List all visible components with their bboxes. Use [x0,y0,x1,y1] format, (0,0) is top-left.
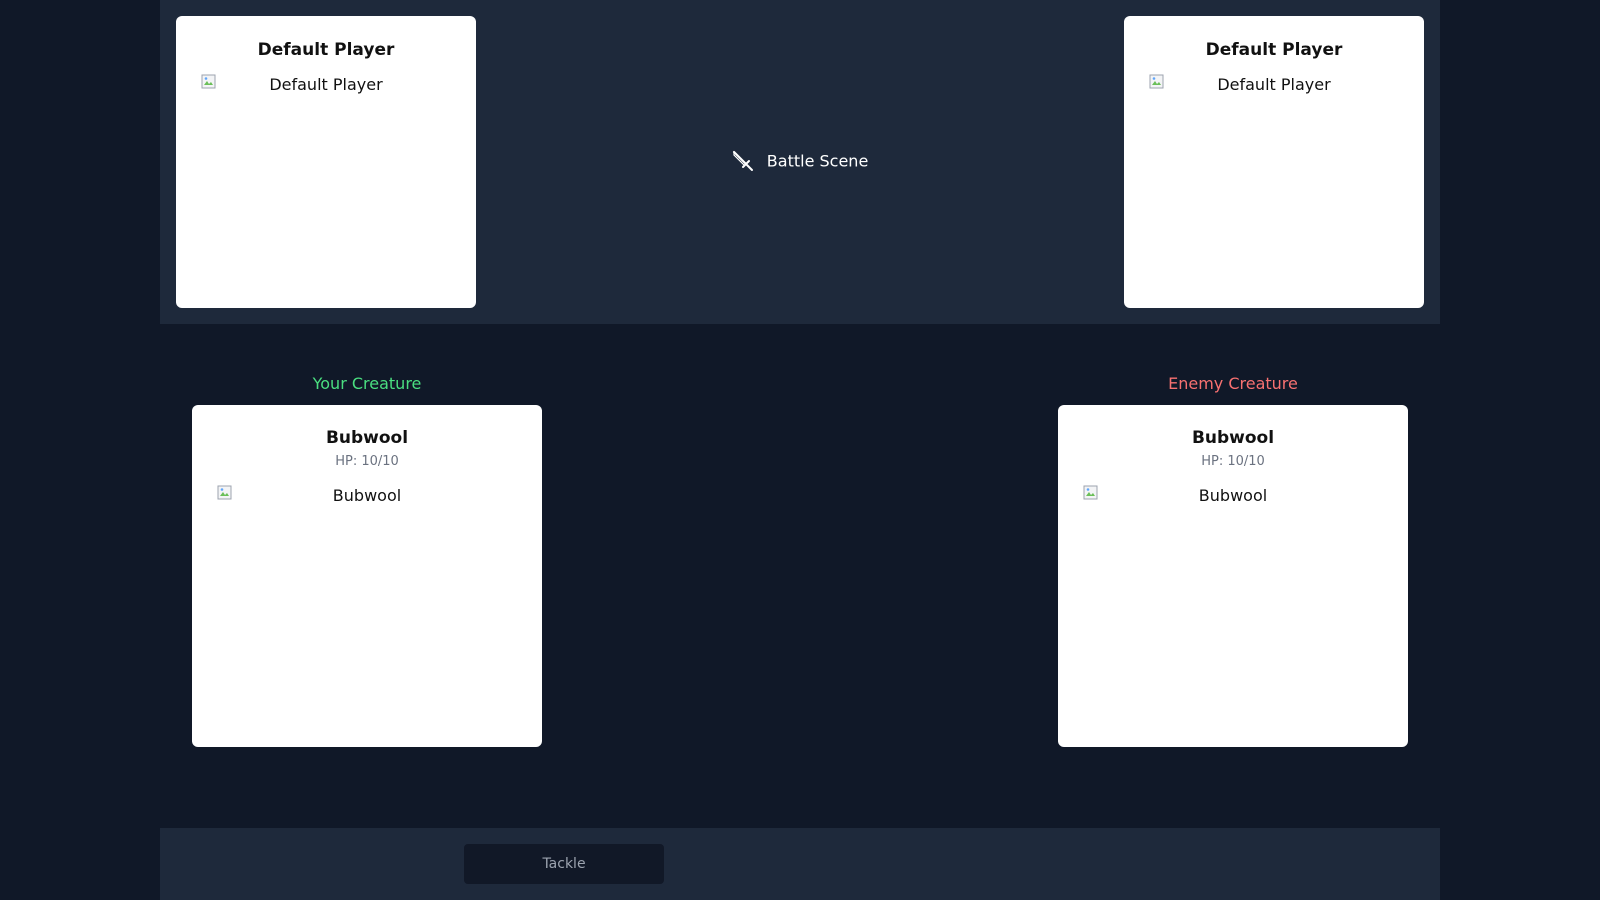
your-creature-card: Bubwool HP: 10/10 Bubwool [192,405,542,747]
player-avatar: Default Player [1149,74,1399,264]
player-panel: Default Player Default Player Battle Sce… [160,0,1440,324]
creature-hp: HP: 10/10 [335,454,399,469]
broken-image-icon [1149,74,1164,89]
broken-image-icon [1083,485,1098,500]
creature-name: Bubwool [1191,428,1275,448]
moves-panel: Tackle [160,828,1440,900]
enemy-creature-section: Enemy Creature Bubwool HP: 10/10 Bubwool [1058,374,1408,747]
enemy-creature-heading: Enemy Creature [1168,374,1298,393]
player-name: Default Player [257,40,395,60]
broken-image-icon [217,485,232,500]
player-name: Default Player [1205,40,1343,60]
battle-container: Default Player Default Player Battle Sce… [160,0,1440,900]
creature-image: Bubwool [217,485,517,685]
battle-scene-label: Battle Scene [766,151,869,171]
creature-name: Bubwool [325,428,409,448]
move-button-tackle[interactable]: Tackle [464,844,664,884]
broken-image-icon [201,74,216,89]
creature-hp: HP: 10/10 [1201,454,1265,469]
player-avatar-alt: Default Player [1217,75,1331,94]
enemy-creature-card: Bubwool HP: 10/10 Bubwool [1058,405,1408,747]
your-creature-section: Your Creature Bubwool HP: 10/10 Bubwool [192,374,542,747]
creature-image: Bubwool [1083,485,1383,685]
sword-icon [732,150,753,171]
your-creature-heading: Your Creature [312,374,422,393]
creature-image-alt: Bubwool [332,486,402,505]
creature-image-alt: Bubwool [1198,486,1268,505]
player-card-right: Default Player Default Player [1124,16,1424,308]
player-avatar-alt: Default Player [269,75,383,94]
